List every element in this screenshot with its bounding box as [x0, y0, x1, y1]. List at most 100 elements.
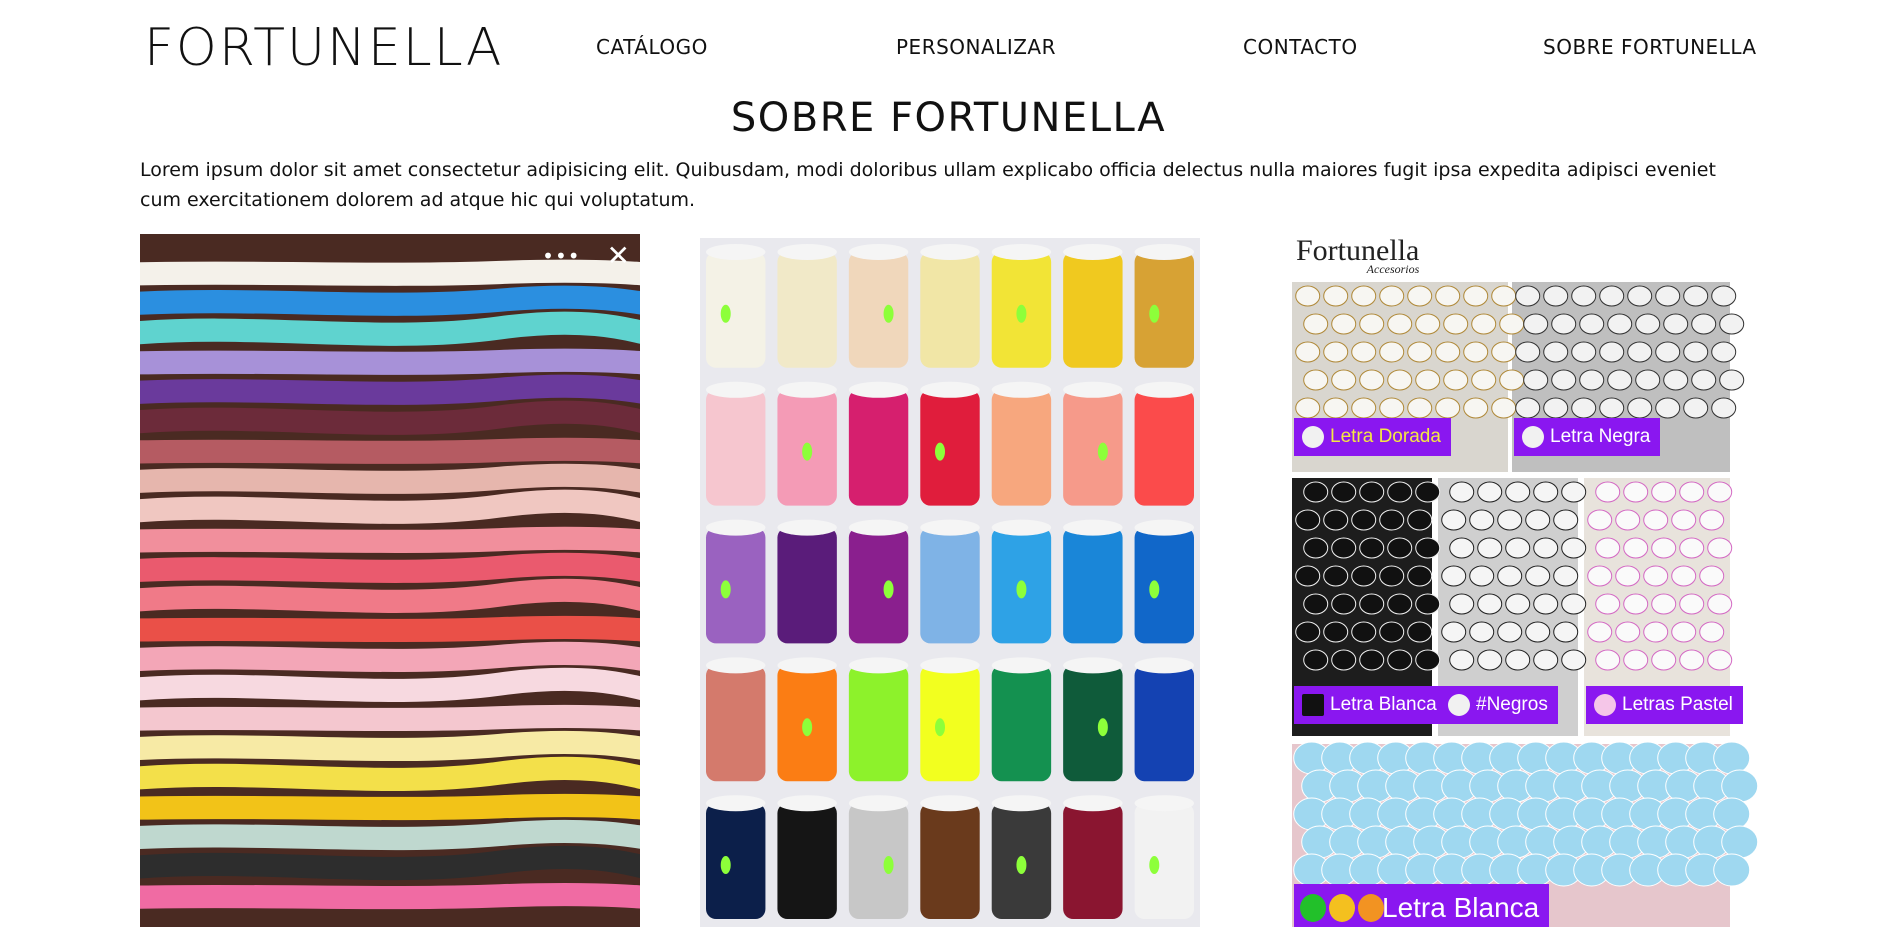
- thread-spool: [777, 252, 837, 368]
- site-logo[interactable]: FORTUNELLA: [144, 18, 503, 78]
- letter-bead: [1497, 509, 1523, 531]
- thread-spool: [848, 252, 909, 368]
- letter-bead: [1561, 649, 1587, 671]
- letter-bead: [1543, 397, 1569, 419]
- letter-bead: [1655, 397, 1681, 419]
- letter-bead: [1491, 285, 1517, 307]
- bead-strand: [140, 756, 640, 792]
- more-dots-icon[interactable]: •••: [542, 246, 580, 266]
- letter-bead: [1719, 313, 1745, 335]
- letter-bead: [1713, 797, 1751, 831]
- spool-cap: [848, 519, 909, 536]
- bead-strand: [140, 552, 640, 583]
- letter-bead: [1295, 341, 1321, 363]
- letter-bead: [1331, 593, 1357, 615]
- letter-bead: [1441, 565, 1467, 587]
- letter-bead: [1407, 341, 1433, 363]
- letter-bead: [1351, 621, 1377, 643]
- letter-bead: [1627, 285, 1653, 307]
- spool-cap: [920, 657, 980, 674]
- label-letras-pastel: Letras Pastel: [1586, 686, 1743, 724]
- letter-bead: [1515, 285, 1541, 307]
- nav-link-sobre-fortunella[interactable]: SOBRE FORTUNELLA: [1543, 35, 1757, 59]
- bead-strand: [140, 641, 640, 673]
- spool-cap: [777, 244, 837, 260]
- nav-link-catalogo[interactable]: CATÁLOGO: [596, 35, 708, 59]
- spool-cap: [991, 381, 1052, 398]
- spool-cap: [706, 795, 766, 812]
- letter-bead: [1471, 369, 1497, 391]
- letter-bead: [1469, 565, 1495, 587]
- letter-bead: [1351, 341, 1377, 363]
- letter-bead: [1331, 313, 1357, 335]
- letter-bead: [1443, 313, 1469, 335]
- letter-bead: [1471, 313, 1497, 335]
- spool-marker: [1016, 855, 1027, 874]
- spool-marker: [720, 580, 731, 599]
- green-dot: [1300, 894, 1326, 922]
- thread-spool: [991, 389, 1052, 506]
- letter-bead: [1691, 313, 1717, 335]
- bead-strand: [140, 285, 640, 316]
- thread-spool: [848, 527, 909, 644]
- thread-spool: [706, 527, 766, 644]
- letter-bead: [1331, 537, 1357, 559]
- nav-link-contacto[interactable]: CONTACTO: [1243, 35, 1358, 59]
- letter-bead: [1477, 537, 1503, 559]
- letter-bead: [1295, 509, 1321, 531]
- letter-bead: [1671, 509, 1697, 531]
- letter-bead: [1571, 397, 1597, 419]
- letter-bead: [1469, 509, 1495, 531]
- letter-bead: [1719, 369, 1745, 391]
- letter-bead: [1379, 565, 1405, 587]
- letter-bead: [1595, 537, 1621, 559]
- letter-bead: [1449, 649, 1475, 671]
- spool-marker: [720, 855, 731, 874]
- color-dots-icon: [1300, 894, 1384, 922]
- thread-spool: [991, 665, 1052, 782]
- letter-bead: [1407, 397, 1433, 419]
- letter-bead: [1303, 369, 1329, 391]
- letter-bead: [1627, 341, 1653, 363]
- letter-bead: [1543, 341, 1569, 363]
- letter-bead: [1323, 621, 1349, 643]
- letter-bead: [1415, 481, 1441, 503]
- letter-beads-collage: Fortunella Accesorios Letra Dorada Letra…: [1262, 234, 1762, 927]
- letter-bead: [1505, 593, 1531, 615]
- letter-bead: [1525, 565, 1551, 587]
- spool-marker: [1097, 442, 1108, 461]
- letter-bead: [1587, 565, 1613, 587]
- close-icon[interactable]: ✕: [607, 242, 630, 270]
- letter-bead: [1443, 369, 1469, 391]
- letter-bead: [1323, 565, 1349, 587]
- letter-bead: [1707, 593, 1733, 615]
- letter-bead: [1679, 537, 1705, 559]
- letter-bead: [1351, 285, 1377, 307]
- letter-bead: [1435, 341, 1461, 363]
- letter-bead: [1331, 369, 1357, 391]
- nav-link-personalizar[interactable]: PERSONALIZAR: [896, 35, 1056, 59]
- thread-spool: [920, 389, 980, 506]
- letter-bead: [1643, 565, 1669, 587]
- letter-bead: [1351, 397, 1377, 419]
- bead-strand: [140, 730, 640, 762]
- spool-cap: [706, 381, 766, 398]
- letter-bead: [1525, 621, 1551, 643]
- clay-beads-image: [140, 259, 640, 910]
- spool-cap: [848, 244, 909, 260]
- thread-spool: [1063, 527, 1123, 644]
- spool-cap: [777, 657, 837, 674]
- letter-bead: [1707, 481, 1733, 503]
- letter-bead: [1651, 481, 1677, 503]
- letter-bead: [1415, 537, 1441, 559]
- spool-cap: [1134, 381, 1194, 398]
- letter-bead: [1303, 481, 1329, 503]
- spool-marker: [883, 855, 894, 874]
- letter-bead: [1599, 285, 1625, 307]
- letter-bead: [1643, 509, 1669, 531]
- letter-bead: [1303, 537, 1329, 559]
- letter-bead: [1543, 285, 1569, 307]
- letter-bead: [1595, 593, 1621, 615]
- letter-bead: [1683, 285, 1709, 307]
- letter-bead: [1379, 397, 1405, 419]
